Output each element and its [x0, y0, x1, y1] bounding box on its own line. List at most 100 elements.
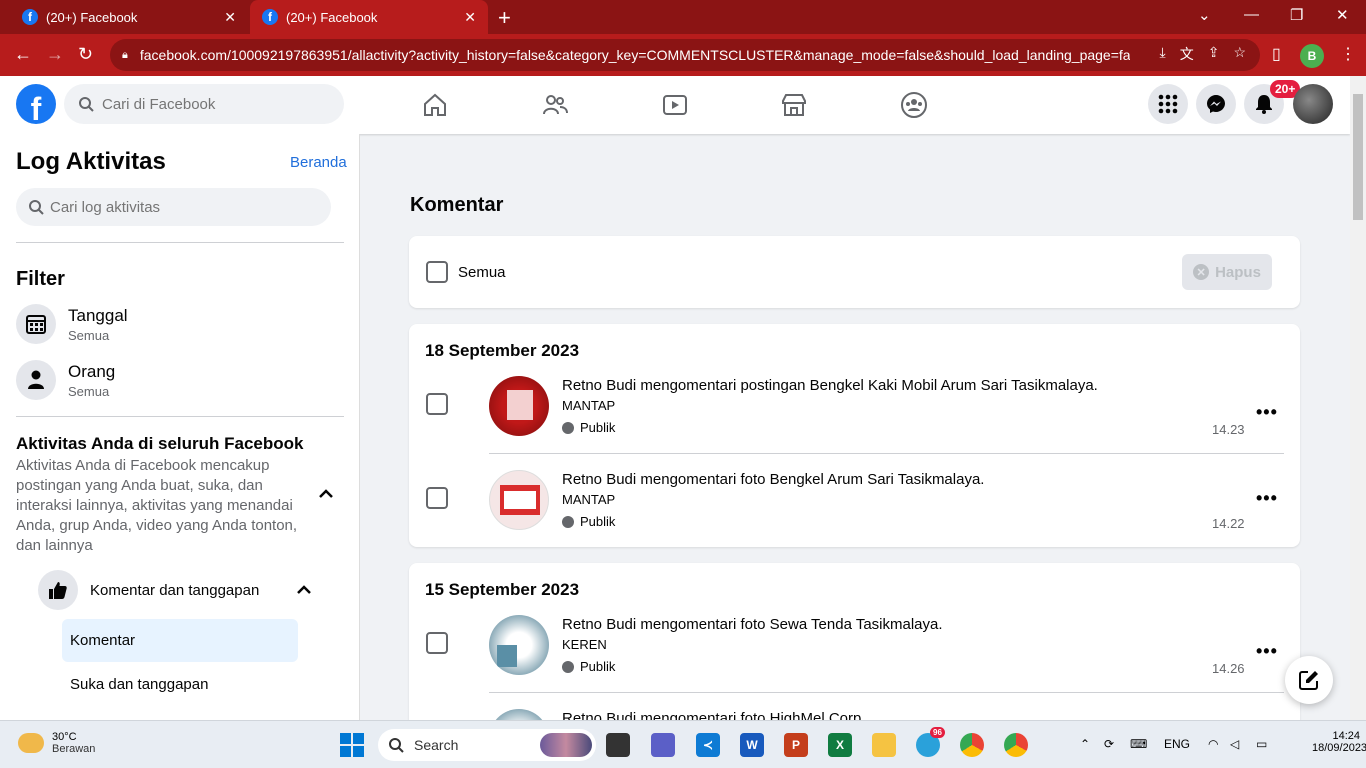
- post-thumbnail[interactable]: [489, 376, 549, 436]
- activity-object[interactable]: postingan Bengkel Kaki Mobil Arum Sari T…: [740, 377, 1097, 394]
- wifi-icon[interactable]: ◠: [1208, 737, 1218, 751]
- photo-thumbnail[interactable]: [489, 470, 549, 530]
- url-field[interactable]: 🔒︎ facebook.com/100092197863951/allactiv…: [110, 39, 1260, 71]
- activity-search[interactable]: [16, 188, 331, 226]
- more-options-icon[interactable]: •••: [1256, 402, 1278, 423]
- divider: [489, 453, 1284, 454]
- privacy-label: Publik: [580, 514, 616, 529]
- item-checkbox[interactable]: [426, 487, 448, 509]
- reload-icon[interactable]: ↻: [78, 44, 93, 65]
- photo-thumbnail[interactable]: [489, 709, 549, 720]
- chevron-up-icon[interactable]: ⌃: [1080, 737, 1090, 751]
- facebook-search[interactable]: [64, 84, 344, 124]
- share-icon[interactable]: ⇪: [1208, 44, 1220, 64]
- minimize-icon[interactable]: —: [1244, 6, 1259, 23]
- actor-name[interactable]: Retno Budi: [562, 616, 636, 633]
- facebook-search-input[interactable]: [102, 95, 322, 113]
- category-comments-reactions[interactable]: Komentar dan tanggapan: [38, 570, 328, 610]
- taskbar-search-label: Search: [414, 737, 459, 753]
- activity-object[interactable]: foto HighMel Corp.: [740, 710, 865, 720]
- maximize-icon[interactable]: ❐: [1290, 6, 1303, 24]
- activity-object[interactable]: foto Sewa Tenda Tasikmalaya.: [740, 616, 942, 633]
- chrome-profile-icon[interactable]: [1004, 733, 1028, 757]
- back-icon[interactable]: ←: [14, 44, 32, 65]
- side-panel-icon[interactable]: ▯: [1272, 44, 1281, 64]
- address-bar: ← → ↻ 🔒︎ facebook.com/100092197863951/al…: [0, 34, 1366, 76]
- item-checkbox[interactable]: [426, 393, 448, 415]
- tab-title: (20+) Facebook: [286, 9, 378, 25]
- sync-icon[interactable]: ⟳: [1104, 737, 1114, 751]
- translate-icon[interactable]: 文: [1180, 44, 1194, 64]
- excel-icon[interactable]: X: [828, 733, 852, 757]
- comment-text: MANTAP: [562, 492, 616, 507]
- browser-tab[interactable]: f (20+) Facebook ✕: [10, 0, 248, 34]
- language-indicator[interactable]: ENG: [1164, 737, 1190, 751]
- activity-object[interactable]: foto Bengkel Arum Sari Tasikmalaya.: [740, 471, 984, 488]
- marketplace-icon[interactable]: [779, 90, 809, 120]
- teams-chat-icon[interactable]: [651, 733, 675, 757]
- photo-thumbnail[interactable]: [489, 615, 549, 675]
- install-icon[interactable]: ⤓: [1160, 44, 1166, 64]
- home-icon[interactable]: [420, 90, 450, 120]
- close-tab-icon[interactable]: ✕: [464, 9, 476, 26]
- scrollbar-thumb[interactable]: [1353, 94, 1363, 220]
- menu-grid-icon[interactable]: [1148, 84, 1188, 124]
- chevron-up-icon[interactable]: [318, 486, 334, 504]
- system-clock[interactable]: 14:24 18/09/2023: [1312, 730, 1366, 754]
- filter-people[interactable]: Orang Semua: [16, 360, 115, 400]
- search-icon: [29, 200, 44, 215]
- account-avatar[interactable]: [1293, 84, 1333, 124]
- sidebar-item-suka-tanggapan[interactable]: Suka dan tanggapan: [62, 663, 298, 706]
- groups-icon[interactable]: [899, 90, 929, 120]
- home-link[interactable]: Beranda: [290, 154, 347, 171]
- search-highlight-image: [540, 733, 592, 757]
- facebook-logo-icon[interactable]: f: [16, 84, 56, 124]
- compose-message-icon[interactable]: [1285, 656, 1333, 704]
- volume-icon[interactable]: ◁: [1230, 737, 1239, 751]
- globe-icon: [562, 660, 574, 673]
- close-window-icon[interactable]: ✕: [1336, 6, 1349, 24]
- activity-verb: mengomentari: [640, 377, 737, 394]
- friends-icon[interactable]: [540, 90, 570, 120]
- actor-name[interactable]: Retno Budi: [562, 471, 636, 488]
- filter-date[interactable]: Tanggal Semua: [16, 304, 128, 344]
- new-tab-icon[interactable]: +: [498, 5, 511, 31]
- windows-start-icon[interactable]: [340, 733, 364, 757]
- browser-menu-icon[interactable]: ⋮: [1340, 44, 1356, 64]
- vscode-icon[interactable]: ≺: [696, 733, 720, 757]
- bookmark-star-icon[interactable]: ☆: [1233, 44, 1246, 64]
- privacy-label: Publik: [580, 659, 616, 674]
- keyboard-icon[interactable]: ⌨: [1130, 737, 1147, 751]
- taskbar-search[interactable]: Search: [378, 729, 596, 761]
- date-heading: 15 September 2023: [425, 580, 580, 599]
- video-icon[interactable]: [660, 90, 690, 120]
- select-all-checkbox[interactable]: [426, 261, 448, 283]
- activity-search-input[interactable]: [50, 198, 310, 216]
- chevron-up-icon[interactable]: [296, 582, 312, 600]
- task-view-icon[interactable]: [606, 733, 630, 757]
- more-options-icon[interactable]: •••: [1256, 641, 1278, 662]
- battery-icon[interactable]: ▭: [1256, 737, 1267, 751]
- activity-verb: mengomentari: [640, 471, 737, 488]
- messenger-icon[interactable]: [1196, 84, 1236, 124]
- powerpoint-icon[interactable]: P: [784, 733, 808, 757]
- weather-widget[interactable]: 30°C Berawan: [18, 731, 95, 755]
- forward-icon[interactable]: →: [46, 44, 64, 65]
- file-explorer-icon[interactable]: [872, 733, 896, 757]
- actor-name[interactable]: Retno Budi: [562, 710, 636, 720]
- actor-name[interactable]: Retno Budi: [562, 377, 636, 394]
- delete-button[interactable]: ✕ Hapus: [1182, 254, 1272, 290]
- item-checkbox[interactable]: [426, 632, 448, 654]
- telegram-icon[interactable]: 96: [916, 727, 945, 757]
- privacy: Publik: [562, 659, 615, 674]
- tab-search-chevron-icon[interactable]: ⌄: [1198, 6, 1211, 24]
- browser-tab-active[interactable]: f (20+) Facebook ✕: [250, 0, 488, 34]
- sidebar-item-komentar[interactable]: Komentar: [62, 619, 298, 662]
- close-tab-icon[interactable]: ✕: [224, 9, 236, 26]
- more-options-icon[interactable]: •••: [1256, 488, 1278, 509]
- browser-profile-avatar[interactable]: B: [1300, 44, 1324, 68]
- word-icon[interactable]: W: [740, 733, 764, 757]
- chrome-icon[interactable]: [960, 733, 984, 757]
- page-scrollbar[interactable]: [1350, 76, 1366, 720]
- comment-text: KEREN: [562, 637, 607, 652]
